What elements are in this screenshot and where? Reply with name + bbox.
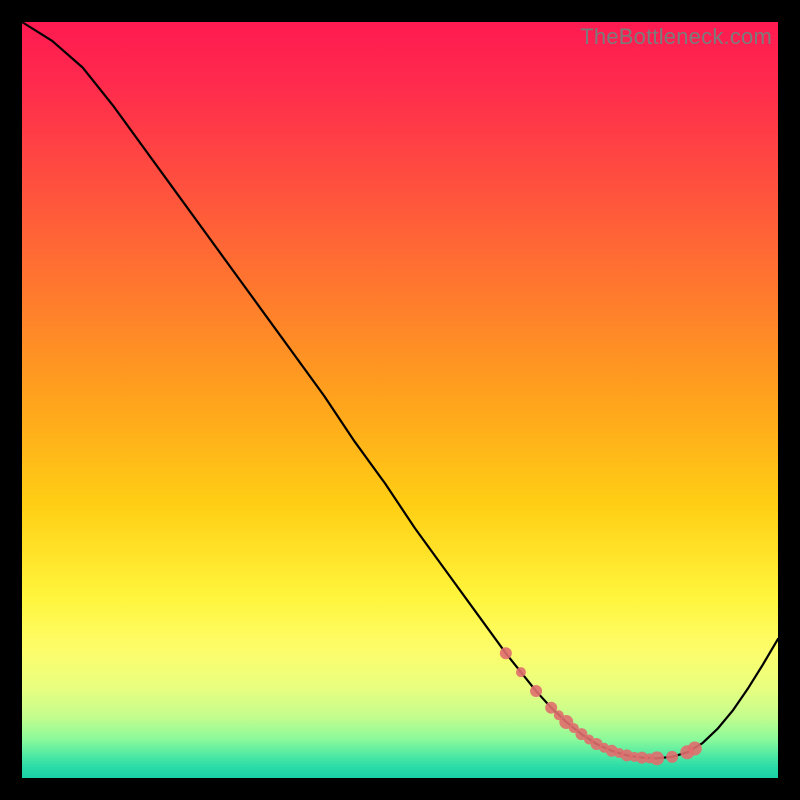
data-marker xyxy=(516,667,526,677)
data-marker xyxy=(650,751,664,765)
data-marker xyxy=(530,685,542,697)
data-marker xyxy=(666,751,678,763)
marker-group xyxy=(500,647,702,765)
data-marker xyxy=(500,647,512,659)
data-marker xyxy=(688,742,702,756)
bottleneck-curve xyxy=(22,22,778,758)
plot-svg xyxy=(22,22,778,778)
chart-frame: TheBottleneck.com xyxy=(22,22,778,778)
